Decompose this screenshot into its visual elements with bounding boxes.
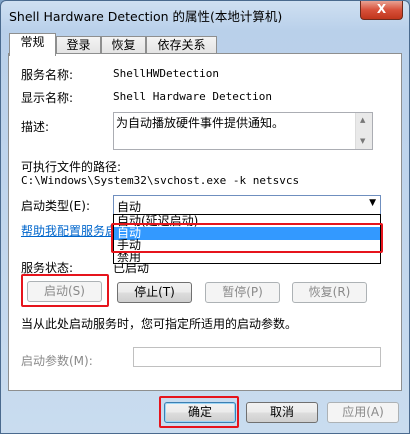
exe-path-label: 可执行文件的路径: [21, 160, 122, 174]
help-configure-link[interactable]: 帮助我配置服务启 [21, 222, 117, 239]
description-scrollbar[interactable]: ▲ ▼ [355, 113, 372, 149]
service-name-label: 服务名称: [21, 68, 74, 82]
resume-button[interactable]: 恢复(R) [292, 282, 367, 303]
start-button[interactable]: 启动(S) [27, 281, 102, 302]
start-params-hint: 当从此处启动服务时，您可指定所适用的启动参数。 [21, 317, 298, 331]
tab-strip: 常规 登录 恢复 依存关系 [9, 33, 403, 56]
start-params-label: 启动参数(M): [21, 354, 93, 368]
description-text: 为自动播放硬件事件提供通知。 [116, 116, 285, 130]
service-status-label: 服务状态: [21, 261, 74, 275]
startup-type-value: 自动 [117, 200, 142, 214]
tab-general[interactable]: 常规 [9, 33, 56, 56]
ok-button[interactable]: 确定 [164, 402, 236, 423]
exe-path-value: C:\Windows\System32\svchost.exe -k netsv… [21, 174, 300, 187]
description-label: 描述: [21, 120, 50, 134]
startup-type-dropdown: 自动(延迟启动) 自动 手动 禁用 [113, 214, 381, 264]
stop-button[interactable]: 停止(T) [117, 282, 192, 303]
close-button[interactable]: X [360, 1, 403, 20]
startup-type-select[interactable]: 自动 ▼ [113, 195, 381, 215]
start-params-input[interactable] [133, 347, 381, 367]
display-name-value: Shell Hardware Detection [113, 90, 272, 103]
description-box[interactable]: 为自动播放硬件事件提供通知。 ▲ ▼ [113, 112, 373, 150]
chevron-down-icon[interactable]: ▼ [369, 198, 376, 208]
startup-type-label: 启动类型(E): [21, 199, 90, 213]
pause-button[interactable]: 暂停(P) [205, 282, 280, 303]
startup-option-disabled[interactable]: 禁用 [114, 251, 380, 264]
window-title: Shell Hardware Detection 的属性(本地计算机) [9, 9, 283, 24]
cancel-button[interactable]: 取消 [246, 402, 318, 423]
title-bar[interactable]: Shell Hardware Detection 的属性(本地计算机) X [1, 1, 409, 27]
apply-button[interactable]: 应用(A) [327, 402, 399, 423]
scroll-up-icon[interactable]: ▲ [360, 116, 365, 124]
scroll-down-icon[interactable]: ▼ [360, 137, 365, 145]
service-name-value: ShellHWDetection [113, 67, 219, 80]
display-name-label: 显示名称: [21, 91, 74, 105]
